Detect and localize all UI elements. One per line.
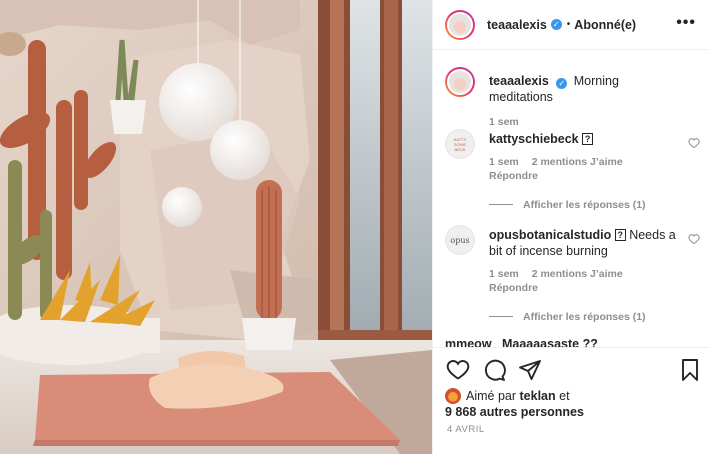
comment-username[interactable]: opusbotanicalstudio — [489, 228, 611, 242]
reply-button[interactable]: Répondre — [489, 169, 685, 183]
caption-avatar[interactable] — [445, 67, 475, 97]
liker-avatar[interactable] — [445, 388, 461, 404]
comment-avatar[interactable]: KATTY SCHIE BECK — [445, 129, 475, 159]
share-send-icon[interactable] — [518, 358, 542, 382]
liked-by-user[interactable]: teklan — [520, 389, 556, 403]
comment-item: opus opusbotanicalstudio ? Needs a bit o… — [445, 225, 700, 323]
view-replies-button[interactable]: Afficher les réponses (1) — [489, 309, 685, 325]
author-info: teaaalexis ✓ • Abonné(e) — [487, 18, 636, 32]
view-replies-button[interactable]: Afficher les réponses (1) — [489, 197, 685, 213]
unsupported-glyph-icon: ? — [614, 229, 626, 241]
partially-visible-comment: mmeow_ Maaaaasaste ?? — [445, 337, 598, 347]
unsupported-glyph-icon: ? — [582, 133, 594, 145]
more-options-icon[interactable]: ••• — [676, 14, 696, 32]
post-panel: teaaalexis ✓ • Abonné(e) ••• teaaalexis … — [432, 0, 709, 454]
like-heart-icon[interactable] — [446, 358, 470, 382]
follow-status-button[interactable]: Abonné(e) — [574, 18, 636, 32]
reply-button[interactable]: Répondre — [489, 281, 685, 295]
liked-by-prefix: Aimé par — [466, 389, 517, 403]
comment-avatar[interactable]: opus — [445, 225, 475, 255]
verified-badge-icon: ✓ — [556, 78, 568, 89]
author-username[interactable]: teaaalexis — [487, 18, 547, 32]
caption: teaaalexis ✓ Morning meditations 1 sem — [445, 67, 700, 128]
avatar-logo-text: opus — [450, 235, 470, 245]
post-header: teaaalexis ✓ • Abonné(e) ••• — [433, 0, 709, 50]
comment-bubble-icon[interactable] — [482, 358, 506, 382]
comment-time[interactable]: 1 sem — [489, 156, 519, 168]
post-image[interactable] — [0, 0, 432, 454]
comment-username[interactable]: kattyschiebeck — [489, 132, 579, 146]
comment-item: KATTY SCHIE BECK kattyschiebeck ? 1 sem … — [445, 129, 700, 211]
likes-summary: Aimé par teklan et 9 868 autres personne… — [445, 388, 584, 420]
meditation-room-illustration — [0, 0, 432, 454]
caption-time[interactable]: 1 sem — [489, 116, 519, 128]
avatar-logo-text: KATTY SCHIE BECK — [453, 136, 467, 152]
post-actions: Aimé par teklan et 9 868 autres personne… — [433, 347, 709, 454]
comment-likes[interactable]: 2 mentions J’aime — [532, 156, 623, 168]
comment-like-icon[interactable] — [688, 233, 700, 245]
liked-by-mid: et — [559, 389, 570, 403]
comments-list[interactable]: teaaalexis ✓ Morning meditations 1 sem K… — [433, 51, 709, 347]
comment-likes[interactable]: 2 mentions J’aime — [532, 268, 623, 280]
comment-time[interactable]: 1 sem — [489, 268, 519, 280]
separator-dot: • — [566, 19, 571, 30]
liked-by-others[interactable]: 9 868 autres personnes — [445, 405, 584, 419]
bookmark-icon[interactable] — [678, 358, 702, 382]
comment-like-icon[interactable] — [688, 137, 700, 149]
author-avatar[interactable] — [445, 9, 475, 40]
verified-badge-icon: ✓ — [550, 19, 562, 30]
post-date[interactable]: 4 AVRIL — [447, 424, 485, 435]
caption-username[interactable]: teaaalexis — [489, 74, 549, 88]
